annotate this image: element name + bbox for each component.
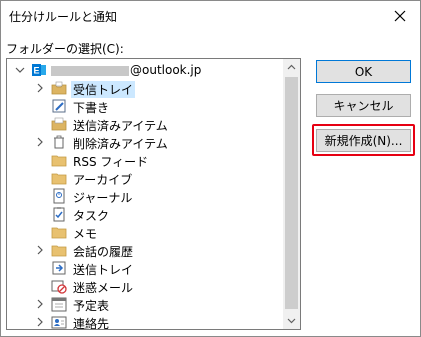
tree-item[interactable]: RSS フィード — [7, 151, 283, 169]
tree-item[interactable]: 削除済みアイテム — [7, 133, 283, 151]
outbox-icon — [52, 261, 66, 275]
contacts-icon — [51, 316, 67, 329]
tree-item[interactable]: アーカイブ — [7, 169, 283, 187]
close-button[interactable] — [391, 7, 409, 25]
title-bar: 仕分けルールと通知 — [1, 1, 420, 31]
outlook-account-icon: E — [32, 64, 46, 76]
ok-button[interactable]: OK — [316, 60, 411, 83]
tree-item-label: アーカイブ — [73, 173, 133, 187]
tree-item-label: RSS フィード — [73, 155, 149, 169]
scroll-up-button[interactable] — [283, 59, 300, 76]
dialog-title: 仕分けルールと通知 — [9, 10, 118, 24]
trash-icon — [54, 135, 64, 149]
tree-item[interactable]: 送信トレイ — [7, 259, 283, 277]
tree-item[interactable]: 連絡先 — [7, 313, 283, 330]
new-folder-button[interactable]: 新規作成(N)... — [316, 129, 411, 152]
folder-tree[interactable]: E @outlook.jp 受信トレイ 下書き 送信済みアイテム 削除済みアイテ… — [6, 58, 301, 330]
cancel-button[interactable]: キャンセル — [316, 94, 411, 117]
scroll-thumb[interactable] — [285, 77, 298, 309]
rss-icon — [51, 155, 67, 167]
expand-arrow-icon[interactable] — [35, 136, 45, 148]
svg-text:E: E — [33, 66, 39, 76]
inbox-icon — [51, 81, 67, 95]
conversation-history-icon — [51, 245, 67, 257]
calendar-icon — [51, 297, 67, 312]
tree-item[interactable]: 迷惑メール — [7, 277, 283, 295]
tree-item[interactable]: 送信済みアイテム — [7, 115, 283, 133]
vertical-scrollbar[interactable] — [283, 59, 300, 329]
tree-item-label: 下書き — [73, 101, 110, 115]
folder-select-label: フォルダーの選択(C): — [6, 42, 124, 56]
redacted-email-name — [51, 66, 129, 76]
drafts-icon — [52, 99, 66, 113]
tree-item-label: ジャーナル — [73, 191, 133, 205]
tree-item[interactable]: 会話の履歴 — [7, 241, 283, 259]
tree-item[interactable]: ジャーナル — [7, 187, 283, 205]
close-icon — [394, 10, 406, 22]
tree-item-label: メモ — [73, 227, 98, 241]
archive-folder-icon — [51, 173, 67, 185]
journal-icon — [53, 188, 65, 204]
expand-arrow-icon[interactable] — [35, 298, 45, 310]
task-icon — [53, 207, 65, 222]
tree-item-label: 連絡先 — [73, 317, 110, 330]
collapse-arrow-icon[interactable] — [15, 64, 25, 76]
expand-arrow-icon[interactable] — [35, 82, 45, 94]
account-email-suffix: @outlook.jp — [130, 63, 202, 77]
expand-arrow-icon[interactable] — [35, 316, 45, 328]
tree-item-label: 送信済みアイテム — [73, 119, 168, 133]
expand-arrow-icon[interactable] — [35, 244, 45, 256]
note-icon — [51, 227, 67, 239]
tree-item[interactable]: 下書き — [7, 97, 283, 115]
junk-mail-icon — [51, 280, 67, 294]
tree-item-label: タスク — [73, 209, 110, 223]
tree-item-label: 送信トレイ — [73, 263, 134, 277]
tree-item[interactable]: 予定表 — [7, 295, 283, 313]
tree-item[interactable]: メモ — [7, 223, 283, 241]
scroll-down-button[interactable] — [283, 312, 300, 329]
rules-dialog: 仕分けルールと通知 フォルダーの選択(C): E @outlook.jp 受信ト… — [0, 0, 421, 337]
tree-item-label: 削除済みアイテム — [73, 137, 168, 151]
scroll-up-icon — [287, 64, 296, 70]
tree-item-label: 迷惑メール — [73, 281, 134, 295]
tree-item[interactable]: タスク — [7, 205, 283, 223]
tree-account-row[interactable]: E @outlook.jp — [7, 61, 283, 79]
tree-item-label: 会話の履歴 — [73, 245, 134, 259]
tree-item-label: 受信トレイ — [71, 81, 136, 98]
sent-items-icon — [51, 117, 67, 131]
tree-item-label: 予定表 — [73, 299, 110, 313]
scroll-down-icon — [287, 318, 296, 324]
tree-item[interactable]: 受信トレイ — [7, 79, 283, 98]
